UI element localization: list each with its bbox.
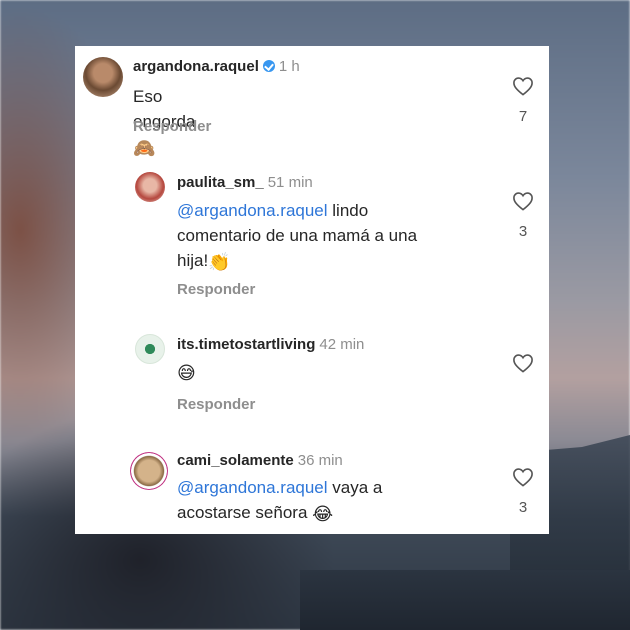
emoji: 👏 <box>208 252 231 272</box>
comment-text: @argandona.raquel vaya a acostarse señor… <box>177 475 497 527</box>
reply-button[interactable]: Responder <box>177 281 255 298</box>
comment-body-line: comentario de una mamá a una <box>177 226 418 245</box>
like-count: 3 <box>518 499 528 516</box>
timestamp: 36 min <box>297 452 343 469</box>
comment-body-line: hija! <box>177 251 209 270</box>
background-sea <box>300 570 630 630</box>
comment-body-line: acostarse señora <box>177 503 308 522</box>
comment-header: its.timetostartliving 42 min <box>177 336 364 353</box>
heart-icon[interactable] <box>512 76 534 96</box>
avatar[interactable] <box>135 172 165 202</box>
avatar[interactable] <box>130 452 168 490</box>
username[interactable]: paulita_sm_ <box>177 174 264 191</box>
username[interactable]: cami_solamente <box>177 452 294 469</box>
reply-button[interactable]: Responder <box>133 118 211 135</box>
avatar[interactable] <box>135 334 165 364</box>
comment-text: 😅 <box>177 359 196 386</box>
heart-icon[interactable] <box>512 191 534 211</box>
username[interactable]: argandona.raquel <box>133 58 259 75</box>
timestamp: 42 min <box>319 336 365 353</box>
comments-card: argandona.raquel 1 h Eso engorda 🙈 Respon… <box>75 46 549 534</box>
like-count: 3 <box>518 223 528 240</box>
heart-icon[interactable] <box>512 467 534 487</box>
verified-badge-icon <box>262 60 275 72</box>
avatar[interactable] <box>83 57 123 97</box>
timestamp: 51 min <box>267 174 313 191</box>
emoji: 🙈 <box>133 138 156 158</box>
comment-header: paulita_sm_ 51 min <box>177 174 313 191</box>
mention-link[interactable]: @argandona.raquel <box>177 201 328 220</box>
comment-text: @argandona.raquel lindo comentario de un… <box>177 198 497 275</box>
reply-button[interactable]: Responder <box>177 396 255 413</box>
timestamp: 1 h <box>278 58 300 75</box>
comment-header: cami_solamente 36 min <box>177 452 343 469</box>
comment-header: argandona.raquel 1 h <box>133 58 300 75</box>
username[interactable]: its.timetostartliving <box>177 336 315 353</box>
comment-body-line: lindo <box>332 201 369 220</box>
emoji: 😅 <box>177 363 196 383</box>
heart-icon[interactable] <box>512 353 534 373</box>
like-count: 7 <box>518 108 528 125</box>
emoji: 😂 <box>312 504 334 524</box>
comment-body-line: vaya a <box>332 478 383 497</box>
mention-link[interactable]: @argandona.raquel <box>177 478 328 497</box>
